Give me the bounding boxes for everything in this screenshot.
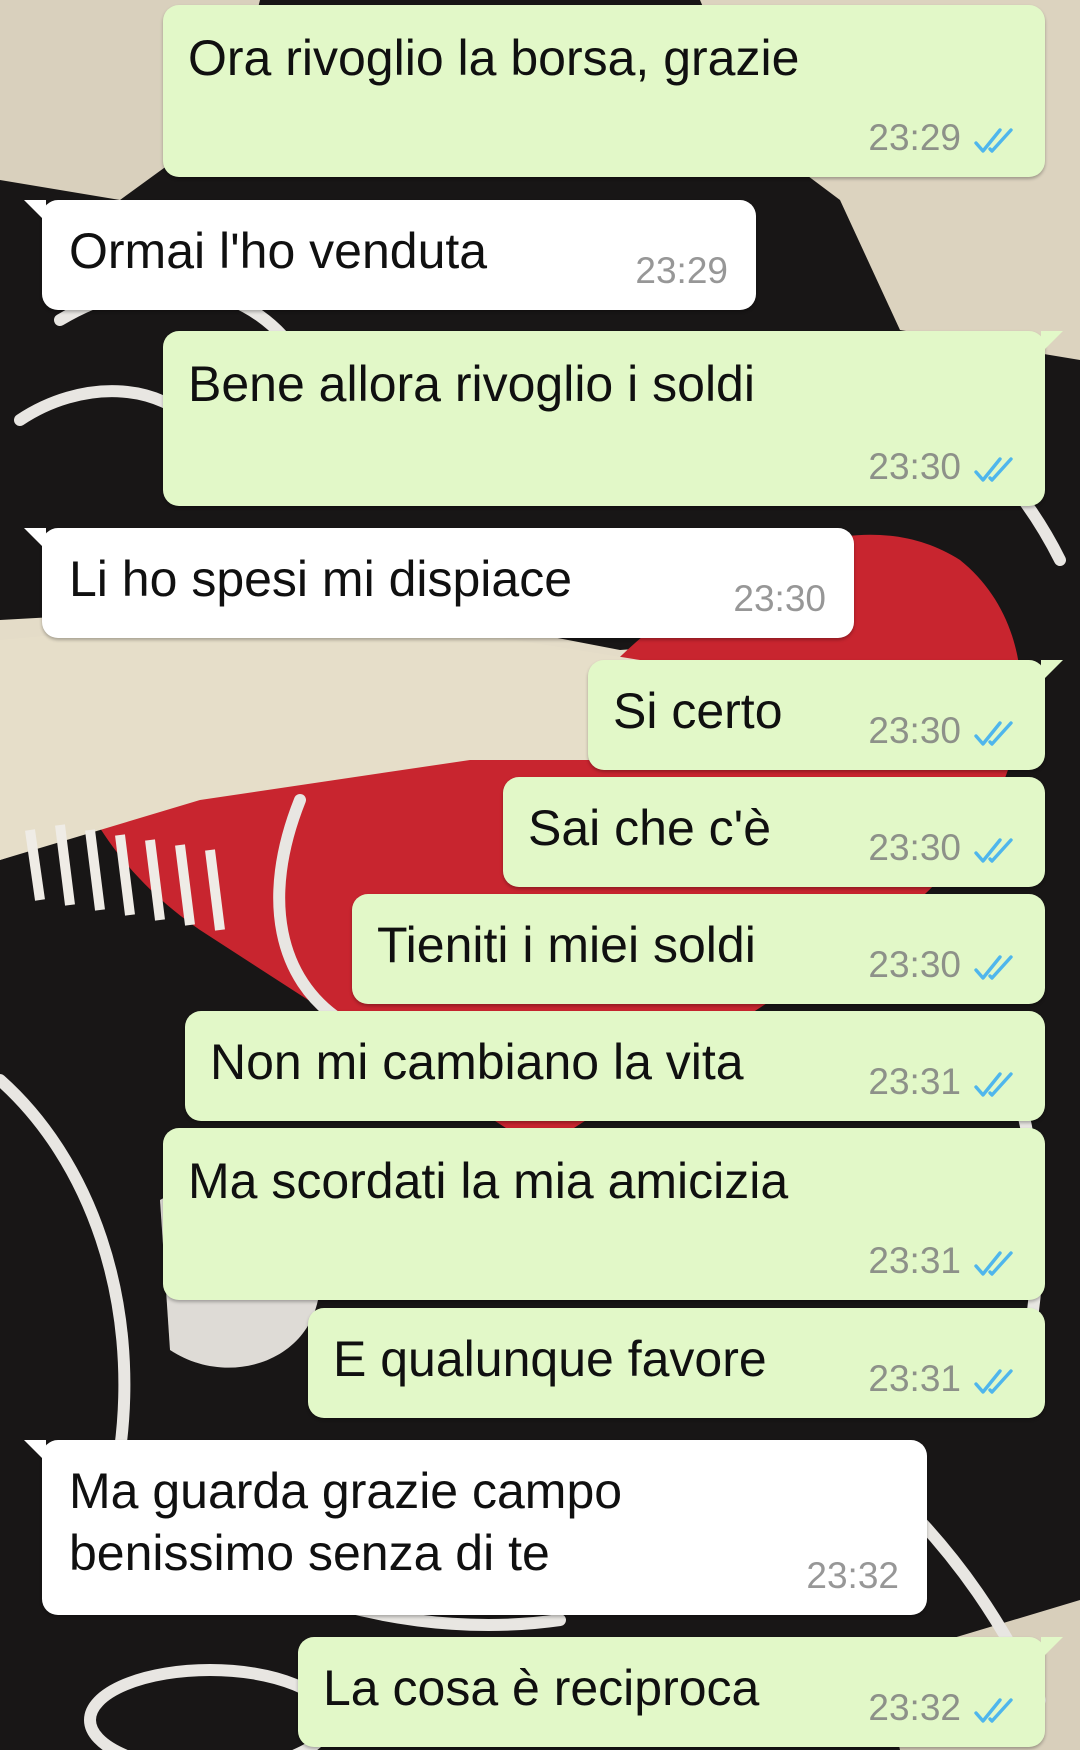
message-text: Ma scordati la mia amicizia (188, 1153, 789, 1209)
incoming-message-bubble[interactable]: Ma guarda grazie campo benissimo senza d… (24, 1440, 927, 1615)
message-timestamp: 23:29 (868, 117, 961, 158)
outgoing-message-bubble[interactable]: Si certo 23:30 (588, 660, 1063, 770)
outgoing-message-bubble[interactable]: Ora rivoglio la borsa, grazie 23:29 (163, 5, 1045, 177)
message-timestamp: 23:31 (868, 1240, 961, 1281)
message-meta: 23:30 (868, 944, 1019, 986)
message-text: E qualunque favore (333, 1331, 767, 1387)
message-timestamp: 23:31 (868, 1358, 961, 1399)
message-meta: 23:31 (868, 1240, 1019, 1282)
message-meta: 23:30 (868, 446, 1019, 488)
outgoing-message-bubble[interactable]: Tieniti i miei soldi 23:30 (352, 894, 1045, 1004)
incoming-message-bubble[interactable]: Li ho spesi mi dispiace 23:30 (24, 528, 854, 638)
message-timestamp: 23:30 (868, 710, 961, 751)
message-meta: 23:32 (806, 1555, 899, 1597)
message-timestamp: 23:32 (868, 1687, 961, 1728)
message-text: Ora rivoglio la borsa, grazie (188, 30, 800, 86)
outgoing-message-bubble[interactable]: Non mi cambiano la vita 23:31 (185, 1011, 1045, 1121)
message-meta: 23:29 (635, 250, 728, 292)
message-text: La cosa è reciproca (323, 1660, 760, 1716)
message-meta: 23:30 (868, 710, 1019, 752)
double-check-read-icon (973, 1246, 1019, 1276)
message-text: Tieniti i miei soldi (377, 917, 756, 973)
message-meta: 23:31 (868, 1061, 1019, 1103)
message-text: Non mi cambiano la vita (210, 1034, 744, 1090)
double-check-read-icon (973, 1364, 1019, 1394)
message-timestamp: 23:32 (806, 1555, 899, 1596)
double-check-read-icon (973, 1067, 1019, 1097)
message-text: Bene allora rivoglio i soldi (188, 356, 755, 412)
outgoing-message-bubble[interactable]: Ma scordati la mia amicizia 23:31 (163, 1128, 1045, 1300)
double-check-read-icon (973, 123, 1019, 153)
outgoing-message-bubble[interactable]: E qualunque favore 23:31 (308, 1308, 1045, 1418)
message-timestamp: 23:30 (868, 827, 961, 868)
double-check-read-icon (973, 1693, 1019, 1723)
message-meta: 23:29 (868, 117, 1019, 159)
message-meta: 23:31 (868, 1358, 1019, 1400)
message-text: Sai che c'è (528, 800, 772, 856)
message-timestamp: 23:30 (733, 578, 826, 619)
message-text: Li ho spesi mi dispiace (69, 551, 573, 607)
outgoing-message-bubble[interactable]: La cosa è reciproca 23:32 (298, 1637, 1063, 1747)
message-meta: 23:30 (733, 578, 826, 620)
outgoing-message-bubble[interactable]: Sai che c'è 23:30 (503, 777, 1045, 887)
message-text: Ma guarda grazie campo benissimo senza d… (69, 1463, 623, 1581)
double-check-read-icon (973, 452, 1019, 482)
message-text: Si certo (613, 683, 783, 739)
double-check-read-icon (973, 950, 1019, 980)
message-text: Ormai l'ho venduta (69, 223, 488, 279)
double-check-read-icon (973, 716, 1019, 746)
outgoing-message-bubble[interactable]: Bene allora rivoglio i soldi 23:30 (163, 331, 1063, 506)
message-timestamp: 23:31 (868, 1061, 961, 1102)
message-timestamp: 23:30 (868, 944, 961, 985)
message-meta: 23:32 (868, 1687, 1019, 1729)
message-timestamp: 23:29 (635, 250, 728, 291)
message-meta: 23:30 (868, 827, 1019, 869)
message-timestamp: 23:30 (868, 446, 961, 487)
incoming-message-bubble[interactable]: Ormai l'ho venduta 23:29 (24, 200, 756, 310)
double-check-read-icon (973, 833, 1019, 863)
